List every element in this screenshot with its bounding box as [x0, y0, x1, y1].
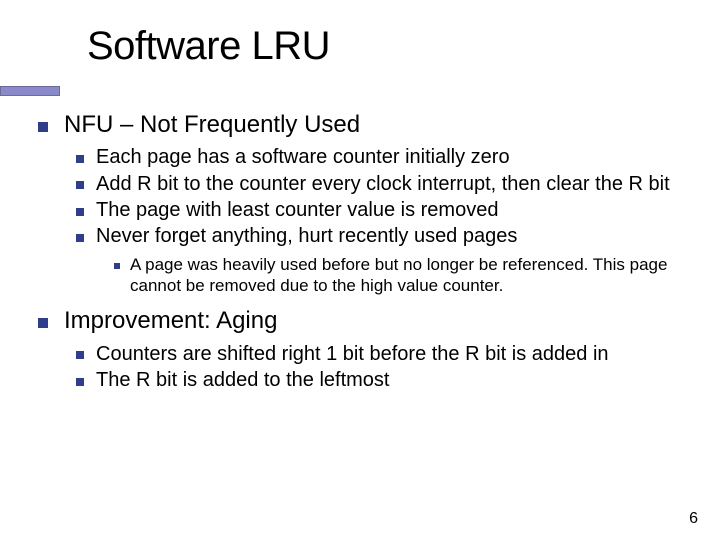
bullet-icon — [38, 318, 48, 328]
section-heading-text: NFU – Not Frequently Used — [64, 110, 360, 139]
nfu-items: Each page has a software counter initial… — [76, 145, 688, 296]
item-text: Never forget anything, hurt recently use… — [96, 224, 517, 248]
list-item: Never forget anything, hurt recently use… — [76, 224, 688, 248]
list-item: Counters are shifted right 1 bit before … — [76, 342, 688, 366]
list-item: Each page has a software counter initial… — [76, 145, 688, 169]
bullet-icon — [76, 208, 84, 216]
list-item: The R bit is added to the leftmost — [76, 368, 688, 392]
bullet-icon — [38, 122, 48, 132]
item-text: Each page has a software counter initial… — [96, 145, 510, 169]
list-item: A page was heavily used before but no lo… — [114, 255, 688, 296]
bullet-icon — [76, 234, 84, 242]
list-item: The page with least counter value is rem… — [76, 198, 688, 222]
section-heading-aging: Improvement: Aging — [38, 306, 688, 335]
bullet-icon — [76, 378, 84, 386]
item-text: Add R bit to the counter every clock int… — [96, 172, 670, 196]
bullet-icon — [76, 181, 84, 189]
aging-items: Counters are shifted right 1 bit before … — [76, 342, 688, 393]
nfu-subnote: A page was heavily used before but no lo… — [114, 255, 688, 296]
item-text: A page was heavily used before but no lo… — [130, 255, 688, 296]
item-text: The R bit is added to the leftmost — [96, 368, 390, 392]
slide-title: Software LRU — [87, 24, 330, 69]
section-heading-nfu: NFU – Not Frequently Used — [38, 110, 688, 139]
slide-body: NFU – Not Frequently Used Each page has … — [38, 110, 688, 394]
section-heading-text: Improvement: Aging — [64, 306, 277, 335]
bullet-icon — [114, 263, 120, 269]
list-item: Add R bit to the counter every clock int… — [76, 172, 688, 196]
page-number: 6 — [689, 510, 698, 528]
item-text: The page with least counter value is rem… — [96, 198, 498, 222]
slide: Software LRU NFU – Not Frequently Used E… — [0, 0, 720, 540]
item-text: Counters are shifted right 1 bit before … — [96, 342, 609, 366]
title-accent-bar — [0, 86, 60, 96]
bullet-icon — [76, 351, 84, 359]
bullet-icon — [76, 155, 84, 163]
